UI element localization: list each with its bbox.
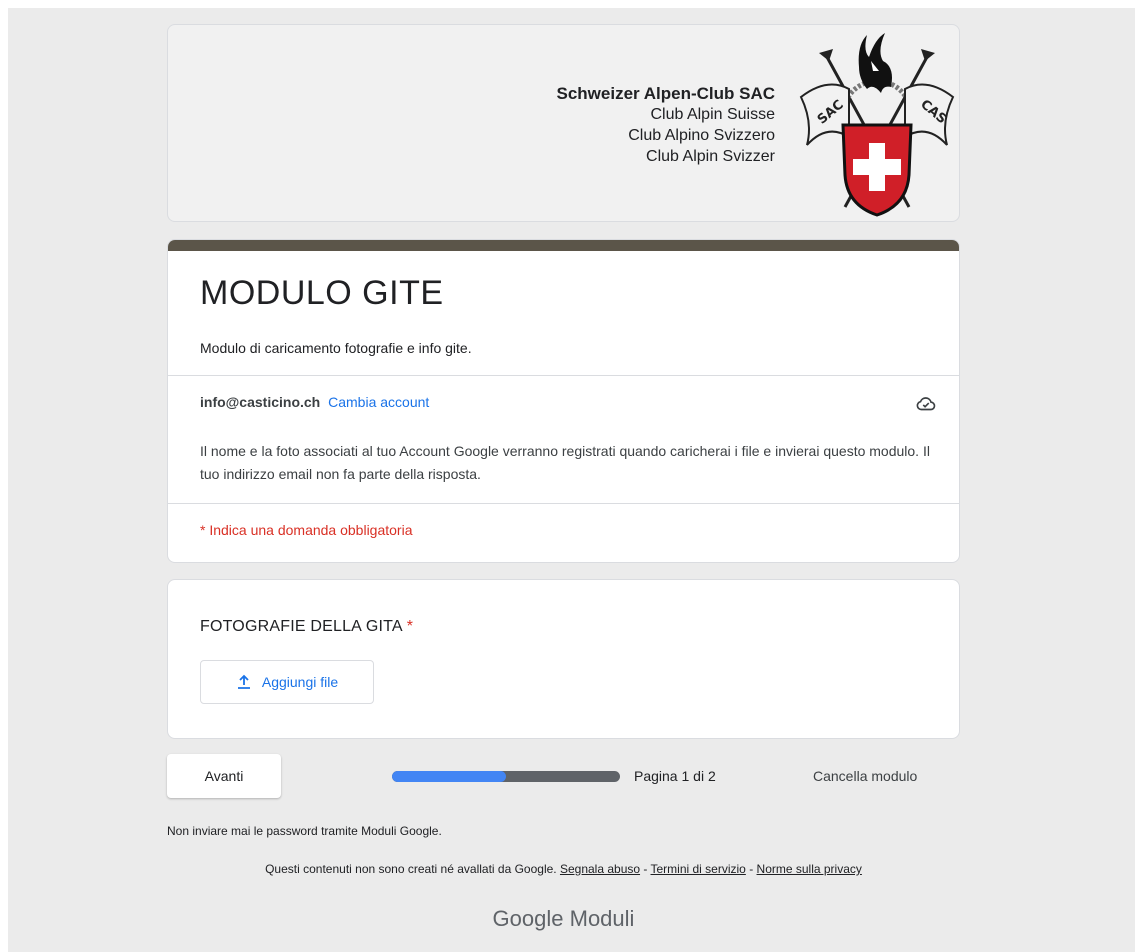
org-name-rm: Club Alpin Svizzer [646, 148, 775, 165]
progress-bar [392, 771, 620, 782]
question-card: FOTOGRAFIE DELLA GITA * Aggiungi file [167, 579, 960, 739]
org-name-fr: Club Alpin Suisse [650, 106, 775, 123]
accent-bar [168, 240, 959, 251]
question-title-text: FOTOGRAFIE DELLA GITA [200, 618, 403, 635]
header-banner: Schweizer Alpen-Club SAC Club Alpin Suis… [167, 24, 960, 222]
org-name-de: Schweizer Alpen-Club SAC [556, 84, 775, 103]
switch-account-link[interactable]: Cambia account [328, 394, 429, 410]
password-warning: Non inviare mai le password tramite Modu… [167, 824, 442, 838]
disclaimer-text: Questi contenuti non sono creati né aval… [265, 862, 557, 876]
form-header-card: MODULO GITE Modulo di caricamento fotogr… [167, 239, 960, 563]
clear-form-button[interactable]: Cancella modulo [813, 768, 917, 784]
brand-google: Google [492, 906, 564, 931]
brand-product: Moduli [569, 906, 635, 931]
required-asterisk: * [406, 618, 414, 635]
upload-icon [237, 674, 250, 689]
org-name-it: Club Alpino Svizzero [628, 127, 775, 144]
account-row: info@casticino.ch Cambia account [200, 394, 429, 410]
sac-logo: SAC CAS [799, 33, 955, 217]
divider [168, 375, 959, 376]
add-file-button[interactable]: Aggiungi file [200, 660, 374, 704]
page-indicator: Pagina 1 di 2 [634, 768, 716, 784]
question-title: FOTOGRAFIE DELLA GITA * [200, 618, 413, 636]
account-notice: Il nome e la foto associati al tuo Accou… [200, 443, 930, 482]
terms-link[interactable]: Termini di servizio [651, 862, 746, 876]
footer-disclaimer: Questi contenuti non sono creati né aval… [265, 862, 862, 876]
account-email: info@casticino.ch [200, 394, 321, 410]
add-file-label: Aggiungi file [261, 674, 339, 690]
next-button[interactable]: Avanti [167, 754, 281, 798]
required-note: * Indica una domanda obbligatoria [200, 522, 413, 538]
report-abuse-link[interactable]: Segnala abuso [560, 862, 640, 876]
cloud-saved-icon [916, 397, 936, 411]
form-title: MODULO GITE [200, 274, 444, 312]
organization-name: Schweizer Alpen-Club SAC Club Alpin Suis… [556, 83, 775, 167]
google-forms-logo: Google Moduli [167, 906, 960, 932]
form-description: Modulo di caricamento fotografie e info … [200, 340, 472, 356]
progress-fill [392, 771, 506, 782]
divider [168, 503, 959, 504]
privacy-link[interactable]: Norme sulla privacy [757, 862, 862, 876]
